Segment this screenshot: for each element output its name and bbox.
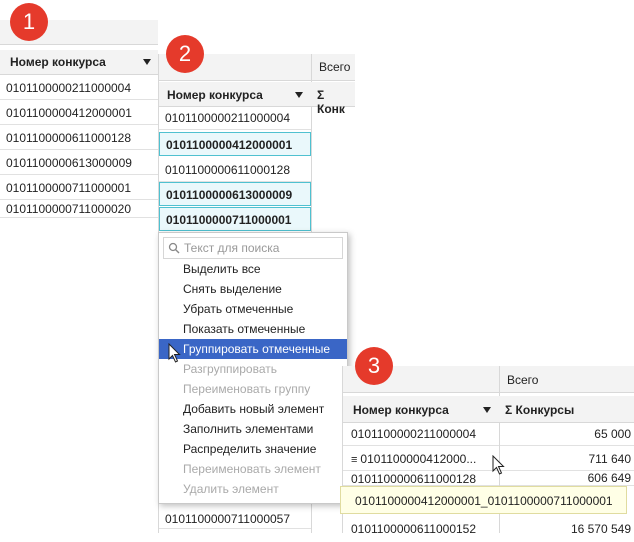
context-menu: Текст для поиска Выделить все Снять выде… [158, 232, 348, 504]
menu-item-add-element[interactable]: Добавить новый элемент [159, 399, 347, 419]
sum-column-header[interactable]: Σ Конк [317, 88, 355, 116]
table-row[interactable]: 0101100000711000020 [0, 200, 158, 218]
table-row[interactable]: 0101100000611000128 [0, 126, 158, 150]
group-row-label: 0101100000412000... [360, 452, 477, 466]
menu-item-rename-element[interactable]: Переименовать элемент [159, 459, 347, 479]
panel-2-column-header-row[interactable]: Номер конкурса Σ Конк [159, 82, 355, 116]
sum-column-header[interactable]: Σ Конкурсы [505, 403, 574, 417]
menu-search-box[interactable]: Текст для поиска [163, 237, 343, 259]
search-icon [168, 242, 180, 254]
table-row[interactable]: 0101100000611000128 [343, 472, 499, 486]
menu-item-ungroup[interactable]: Разгруппировать [159, 359, 347, 379]
table-row[interactable]: 0101100000611000152 [343, 516, 499, 533]
table-value: 65 000 [500, 422, 634, 446]
panel-3-column-header-row[interactable]: Номер конкурса Σ Конкурсы [343, 396, 634, 423]
menu-item-remove-checked[interactable]: Убрать отмеченные [159, 299, 347, 319]
total-header: Всего [507, 373, 539, 387]
menu-item-group-checked[interactable]: Группировать отмеченные [159, 339, 347, 359]
step-badge-2: 2 [166, 35, 204, 73]
table-row[interactable]: 0101100000613000009 [0, 151, 158, 175]
column-header-label: Номер конкурса [167, 88, 263, 102]
table-row[interactable]: 0101100000611000128 [159, 158, 311, 182]
table-value: 16 570 549 [570, 522, 631, 536]
menu-item-rename-group[interactable]: Переименовать группу [159, 379, 347, 399]
menu-item-fill-elements[interactable]: Заполнить элементами [159, 419, 347, 439]
table-row[interactable]: 0101100000211000004 [159, 106, 311, 130]
table-row[interactable]: 0101100000211000004 [0, 76, 158, 100]
menu-item-distribute-value[interactable]: Распределить значение [159, 439, 347, 459]
mouse-cursor-icon [492, 455, 505, 475]
search-placeholder: Текст для поиска [184, 241, 280, 255]
table-row[interactable]: 0101100000711000057 [159, 509, 311, 529]
panel-1-column-header-row[interactable]: Номер конкурса [0, 50, 158, 75]
filter-icon[interactable] [295, 92, 303, 98]
menu-item-delete-element[interactable]: Удалить элемент [159, 479, 347, 499]
table-row[interactable]: 0101100000711000001 [0, 176, 158, 200]
menu-item-show-checked[interactable]: Показать отмеченные [159, 319, 347, 339]
mouse-cursor-icon [168, 343, 181, 363]
filter-icon[interactable] [143, 59, 151, 65]
menu-item-select-all[interactable]: Выделить все [159, 259, 347, 279]
table-value: 606 649 [500, 470, 634, 486]
table-row-selected[interactable]: 0101100000613000009 [159, 182, 311, 206]
menu-item-deselect[interactable]: Снять выделение [159, 279, 347, 299]
table-row[interactable]: 0101100000211000004 [343, 422, 499, 446]
column-header-label: Номер конкурса [353, 403, 449, 417]
table-row[interactable]: 0101100000412000001 [0, 101, 158, 125]
table-row-selected[interactable]: 0101100000711000001 [159, 207, 311, 231]
column-header-label: Номер конкурса [10, 55, 106, 69]
filter-icon[interactable] [483, 407, 491, 413]
group-name-tooltip: 0101100000412000001_0101100000711000001 [340, 486, 627, 514]
table-row-selected[interactable]: 0101100000412000001 [159, 132, 311, 156]
step-badge-3: 3 [355, 347, 393, 385]
step-badge-1: 1 [10, 3, 48, 41]
table-value: 711 640 [500, 447, 634, 471]
total-header: Всего [319, 60, 351, 74]
group-row[interactable]: ≡ 0101100000412000... [343, 447, 499, 471]
group-lines-icon: ≡ [351, 454, 358, 466]
